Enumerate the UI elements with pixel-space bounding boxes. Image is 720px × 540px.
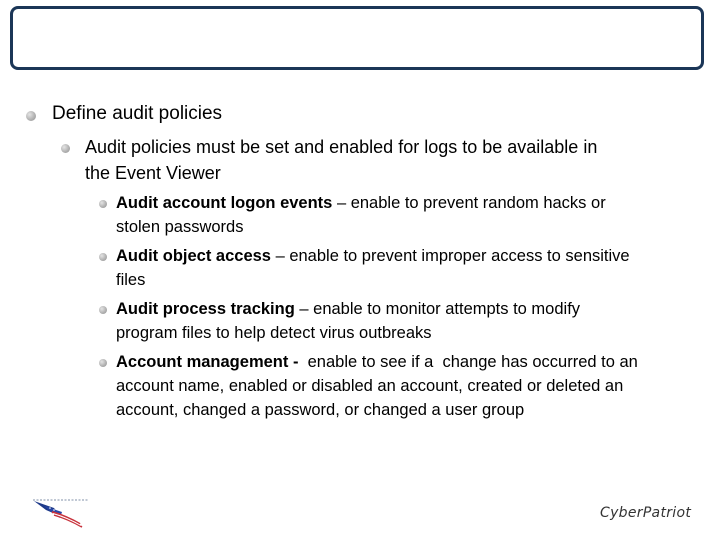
bullet-level2-line: the Event Viewer xyxy=(85,163,221,183)
bullet-level3-term: Audit account logon events xyxy=(116,194,333,212)
bullet-level3-term: Audit object access xyxy=(116,247,271,265)
bullet-level3-term: Audit process tracking xyxy=(116,300,295,318)
bullet-level3-line: stolen passwords xyxy=(116,218,244,236)
bullet-level3-desc: enable to see if a change has occurred t… xyxy=(298,353,638,371)
bullet-icon xyxy=(99,306,107,314)
bullet-icon xyxy=(26,111,36,121)
flag-swoosh-logo-icon xyxy=(33,499,88,528)
title-placeholder xyxy=(10,6,704,70)
bullet-level3-line: Account management - enable to see if a … xyxy=(116,353,638,372)
bullet-level3-desc: – enable to monitor attempts to modify xyxy=(294,300,581,318)
bullet-level3-desc: – enable to prevent improper access to s… xyxy=(270,247,630,265)
brand-logo-text: CyberPatriot xyxy=(600,505,692,521)
bullet-level3-term: Account management - xyxy=(116,353,299,371)
bullet-icon xyxy=(99,359,107,367)
bullet-level3-line: files xyxy=(116,271,146,289)
bullet-level3-desc: – enable to prevent random hacks or xyxy=(332,194,606,212)
bullet-level3-line: account name, enabled or disabled an acc… xyxy=(116,377,624,395)
bullet-level3-line: Audit account logon events – enable to p… xyxy=(116,194,606,213)
bullet-level3-line: program files to help detect virus outbr… xyxy=(116,324,432,342)
bullet-icon xyxy=(99,200,107,208)
bullet-level3-line: account, changed a password, or changed … xyxy=(116,401,525,419)
bullet-icon xyxy=(61,144,70,153)
bullet-level1-text: Define audit policies xyxy=(52,103,223,124)
bullet-level2-line: Audit policies must be set and enabled f… xyxy=(85,137,598,157)
bullet-level3-line: Audit process tracking – enable to monit… xyxy=(116,300,580,319)
bullet-level3-line: Audit object access – enable to prevent … xyxy=(116,247,630,266)
bullet-icon xyxy=(99,253,107,261)
